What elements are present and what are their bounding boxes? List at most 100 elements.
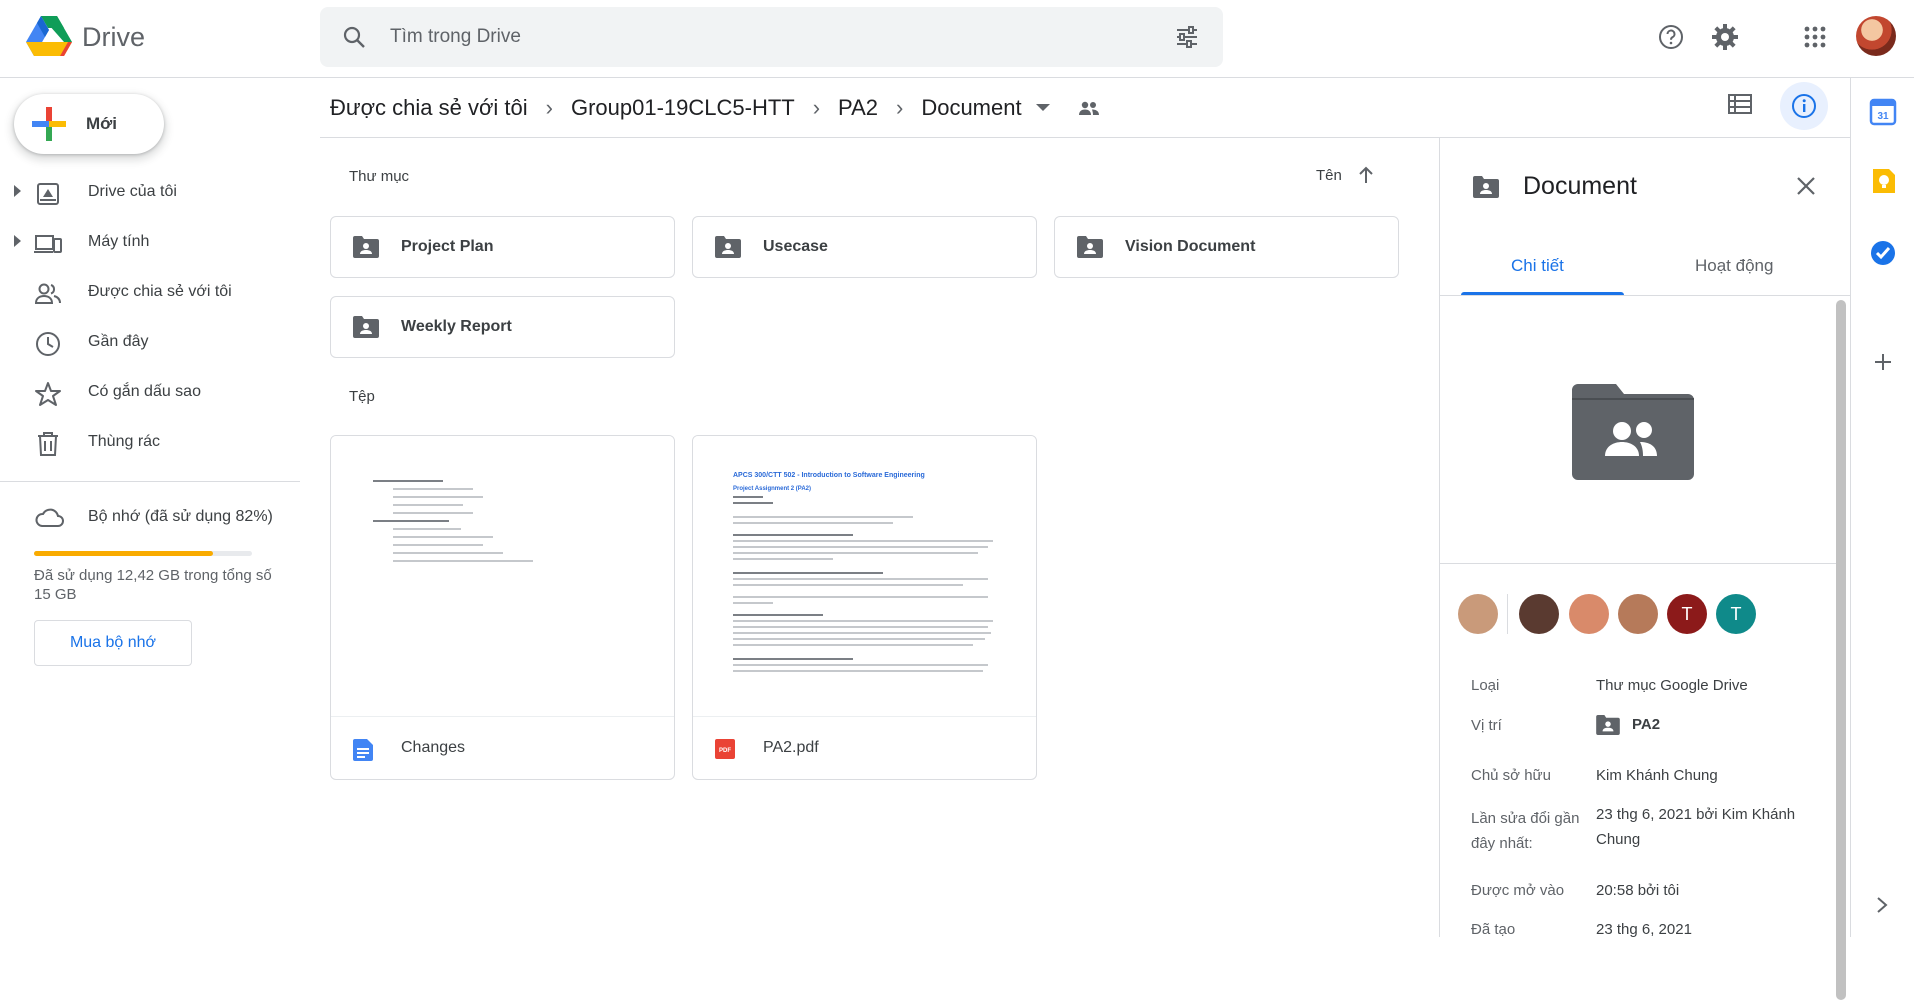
sidebar-item-my-drive[interactable]: Drive của tôi <box>0 171 300 215</box>
chevron-right-icon: › <box>545 95 553 120</box>
search-options-icon[interactable] <box>1175 25 1199 49</box>
drive-logo[interactable]: Drive <box>26 16 145 58</box>
sidebar-item-starred[interactable]: Có gắn dấu sao <box>0 371 300 415</box>
scrollbar[interactable] <box>1836 300 1846 1000</box>
sort-control[interactable]: Tên <box>1316 166 1374 184</box>
close-icon[interactable] <box>1794 174 1818 198</box>
folder-name: Usecase <box>763 238 828 255</box>
folders-section-label: Thư mục <box>349 168 410 185</box>
sidebar-item-shared-with-me[interactable]: Được chia sẻ với tôi <box>0 271 300 315</box>
add-addon-icon[interactable] <box>1873 352 1893 372</box>
tab-activity[interactable]: Hoạt động <box>1695 256 1773 276</box>
pdf-preview-subtitle: Project Assignment 2 (PA2) <box>733 486 812 492</box>
sidebar-item-label: Máy tính <box>88 233 150 250</box>
folder-card[interactable]: Project Plan <box>330 216 675 278</box>
search-icon[interactable] <box>342 25 366 49</box>
sidebar-item-label: Có gắn dấu sao <box>88 383 201 400</box>
help-icon[interactable] <box>1653 19 1689 55</box>
breadcrumb-item[interactable]: Được chia sẻ với tôi <box>330 95 528 121</box>
chevron-right-icon[interactable] <box>1875 896 1889 914</box>
sidebar-item-label: Được chia sẻ với tôi <box>88 283 232 300</box>
sidebar-item-recent[interactable]: Gần đây <box>0 321 300 365</box>
shared-user-avatar[interactable] <box>1519 594 1559 634</box>
info-button[interactable] <box>1780 82 1828 130</box>
shared-folder-icon <box>715 236 741 258</box>
drive-logo-icon <box>26 16 72 56</box>
detail-value-location[interactable]: PA2 <box>1596 712 1836 737</box>
file-card[interactable]: Changes <box>330 435 675 780</box>
sidebar-item-trash[interactable]: Thùng rác <box>0 421 300 465</box>
file-name: Changes <box>401 739 466 756</box>
shared-user-avatar[interactable] <box>1618 594 1658 634</box>
details-divider <box>1440 563 1836 564</box>
shared-folder-icon <box>353 236 379 258</box>
file-info-bar: PDF PA2.pdf <box>693 716 1036 779</box>
file-thumbnail: APCS 300/CTT 502 - Introduction to Softw… <box>693 436 1036 716</box>
detail-label-owner: Chủ sở hữu <box>1471 767 1551 784</box>
expand-arrow-icon[interactable] <box>14 235 21 247</box>
settings-gear-icon[interactable] <box>1707 19 1743 55</box>
folder-name: Project Plan <box>401 238 494 255</box>
folder-name: Vision Document <box>1125 238 1256 255</box>
folder-name: Weekly Report <box>401 318 512 335</box>
expand-arrow-icon[interactable] <box>14 185 21 197</box>
owner-avatar[interactable] <box>1458 594 1498 634</box>
calendar-icon[interactable]: 31 <box>1869 98 1897 126</box>
sidebar-item-label: Drive của tôi <box>88 183 177 200</box>
search-bar <box>320 7 1223 67</box>
side-panel-bar: 31 <box>1850 78 1914 937</box>
sidebar-divider <box>0 481 300 482</box>
account-avatar[interactable] <box>1856 16 1896 56</box>
storage-label[interactable]: Bộ nhớ (đã sử dụng 82%) <box>88 508 273 526</box>
dropdown-arrow-icon[interactable] <box>1035 104 1050 112</box>
detail-value-owner: Kim Khánh Chung <box>1596 767 1718 784</box>
computer-icon <box>34 235 62 253</box>
tasks-icon[interactable] <box>1869 239 1897 267</box>
sidebar-item-label: Thùng rác <box>88 433 161 450</box>
breadcrumb-item[interactable]: Group01-19CLC5-HTT <box>571 95 795 121</box>
my-drive-icon <box>37 183 59 205</box>
detail-label-created: Đã tạo <box>1471 921 1516 938</box>
storage-detail: Đã sử dụng 12,42 GB trong tổng số 15 GB <box>34 567 272 603</box>
sort-label: Tên <box>1316 166 1342 184</box>
google-docs-icon <box>353 739 373 761</box>
detail-value-modified: 23 thg 6, 2021 bởi Kim Khánh Chung <box>1596 806 1796 848</box>
folder-card[interactable]: Usecase <box>692 216 1037 278</box>
shared-folder-icon <box>1473 176 1499 198</box>
storage-usage-bar <box>34 551 252 556</box>
folder-card[interactable]: Vision Document <box>1054 216 1399 278</box>
keep-icon[interactable] <box>1869 167 1897 195</box>
detail-value-opened: 20:58 bởi tôi <box>1596 882 1680 899</box>
large-shared-folder-icon <box>1572 384 1694 480</box>
breadcrumb: Được chia sẻ với tôi › Group01-19CLC5-HT… <box>330 78 1100 138</box>
sidebar-item-computers[interactable]: Máy tính <box>0 221 300 265</box>
new-button[interactable]: Mới <box>14 94 164 154</box>
file-card[interactable]: APCS 300/CTT 502 - Introduction to Softw… <box>692 435 1037 780</box>
shared-icon <box>34 283 61 304</box>
shared-user-avatar[interactable]: T <box>1667 594 1707 634</box>
shared-folder-icon <box>353 316 379 338</box>
top-bar: Drive <box>0 0 1914 78</box>
shared-folder-icon <box>1077 236 1103 258</box>
search-input[interactable] <box>390 21 1130 53</box>
info-icon <box>1792 94 1816 118</box>
buy-storage-button[interactable]: Mua bộ nhớ <box>34 620 192 666</box>
app-name: Drive <box>82 21 146 52</box>
shared-user-avatar[interactable]: T <box>1716 594 1756 634</box>
breadcrumb-item[interactable]: PA2 <box>838 95 878 121</box>
sidebar-item-label: Gần đây <box>88 333 149 350</box>
file-info-bar: Changes <box>331 716 674 779</box>
apps-grid-icon[interactable] <box>1797 19 1833 55</box>
detail-value-type: Thư mục Google Drive <box>1596 677 1748 694</box>
shared-user-avatar[interactable] <box>1569 594 1609 634</box>
sidebar: Mới Drive của tôi Máy tính Được chia sẻ … <box>0 78 300 937</box>
detail-label-type: Loại <box>1471 677 1500 694</box>
shared-people-icon[interactable] <box>1078 100 1100 116</box>
arrow-up-icon[interactable] <box>1358 166 1374 184</box>
file-name: PA2.pdf <box>763 739 819 756</box>
folder-card[interactable]: Weekly Report <box>330 296 675 358</box>
breadcrumb-current[interactable]: Document <box>921 95 1021 121</box>
list-view-icon[interactable] <box>1728 94 1752 114</box>
tab-details[interactable]: Chi tiết <box>1511 256 1564 276</box>
storage-usage-fill <box>34 551 213 556</box>
